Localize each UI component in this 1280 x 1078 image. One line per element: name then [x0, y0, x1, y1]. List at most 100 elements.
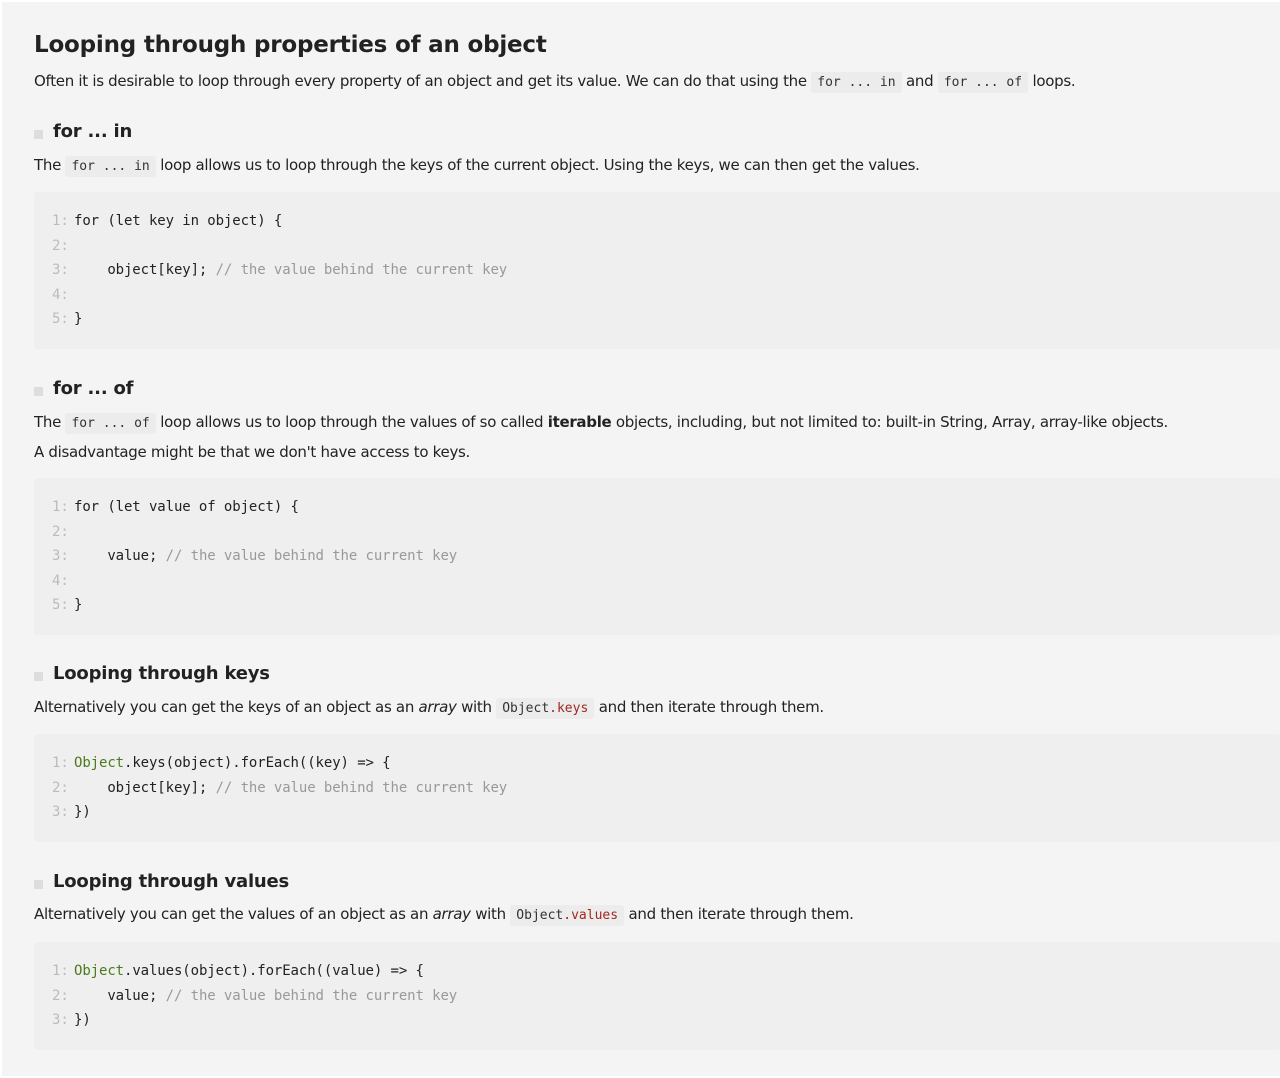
bullet-icon	[34, 671, 43, 681]
code-token: Object	[74, 963, 124, 979]
code-block: 1: Object.keys(object).forEach((key) => {…	[34, 734, 1280, 842]
section-heading: for ... in	[34, 121, 1280, 142]
code-token: })	[74, 804, 91, 821]
article: Looping through properties of an object …	[2, 2, 1280, 1076]
code-comment: // the value behind the current key	[165, 987, 458, 1004]
line-number: 2:	[52, 987, 69, 1004]
code-line: 2: value; // the value behind the curren…	[52, 984, 1280, 1009]
italic-text: array	[418, 698, 457, 716]
code-line: 4:	[52, 283, 1280, 308]
line-number: 5:	[52, 311, 69, 328]
code-line: 5:}	[52, 593, 1280, 618]
line-number: 3:	[52, 1012, 69, 1029]
text: Often it is desirable to loop through ev…	[34, 72, 812, 90]
code-line: 2:	[52, 234, 1280, 259]
page-title: Looping through properties of an object	[34, 32, 547, 58]
code-token: for (let key in object) {	[74, 213, 283, 229]
line-number: 1:	[52, 963, 69, 979]
text: loop allows us to loop through the keys …	[155, 156, 920, 174]
code-token: object[key];	[74, 262, 216, 279]
code-line: 3: object[key]; // the value behind the …	[52, 258, 1280, 283]
code-token: object[key];	[74, 779, 216, 796]
bullet-icon	[34, 386, 43, 396]
code-comment: // the value behind the current key	[215, 779, 508, 796]
text: and	[901, 72, 938, 90]
section-paragraph: Alternatively you can get the values of …	[34, 900, 1280, 930]
section-paragraph: The for ... in loop allows us to loop th…	[34, 151, 1280, 181]
inline-code: for ... in	[65, 156, 156, 177]
inline-code: Object.keys	[496, 698, 595, 719]
code-block: 1: for (let key in object) { 2: 3: object[k…	[34, 192, 1280, 349]
text: and then iterate through them.	[624, 905, 854, 923]
code-line: 4:	[52, 569, 1280, 594]
line-number: 4:	[52, 286, 69, 303]
line-number: 1:	[52, 213, 69, 229]
code-token: }	[74, 597, 83, 614]
code-token: })	[74, 1012, 91, 1029]
code-comment: // the value behind the current key	[165, 548, 458, 565]
code-line: 2: object[key]; // the value behind the …	[52, 776, 1280, 801]
inline-code: for ... in	[811, 72, 902, 93]
code-object: Object	[502, 701, 550, 716]
line-number: 3:	[52, 548, 69, 565]
code-line: 5:}	[52, 307, 1280, 332]
code-object: Object	[516, 908, 564, 923]
code-line: 3: value; // the value behind the curren…	[52, 544, 1280, 569]
code-block: 1: for (let value of object) { 2: 3: value;…	[34, 478, 1280, 635]
code-line: 2:	[52, 520, 1280, 545]
bullet-icon	[34, 129, 43, 139]
code-block: 1: Object.values(object).forEach((value) …	[34, 942, 1280, 1050]
text: The	[34, 156, 66, 174]
line-number: 3:	[52, 262, 69, 279]
section-heading: Looping through keys	[34, 663, 1280, 684]
code-line: 3:})	[52, 1008, 1280, 1033]
section-paragraph: The for ... of loop allows us to loop th…	[34, 408, 1280, 466]
text: with	[470, 905, 511, 923]
code-property: .keys	[549, 701, 589, 716]
section-heading: Looping through values	[34, 871, 1280, 892]
code-token: value;	[74, 548, 166, 565]
line-number: 2:	[52, 237, 69, 254]
inline-code: Object.values	[510, 905, 625, 926]
text: Alternatively you can get the values of …	[34, 905, 433, 923]
text: and then iterate through them.	[594, 698, 824, 716]
text: The	[34, 413, 66, 431]
code-token: .values(object).forEach((value) => {	[123, 963, 424, 979]
code-line: 1: for (let value of object) {	[52, 495, 1280, 520]
line-number: 2:	[52, 779, 69, 796]
code-property: .values	[563, 908, 619, 923]
line-number: 1:	[52, 499, 69, 515]
line-number: 5:	[52, 597, 69, 614]
heading-text: Looping through values	[53, 871, 290, 892]
heading-text: for ... in	[53, 121, 133, 142]
code-token: value;	[74, 987, 166, 1004]
code-comment: // the value behind the current key	[215, 262, 508, 279]
line-number: 4:	[52, 572, 69, 589]
bold-text: iterable	[547, 413, 612, 431]
section-paragraph: Alternatively you can get the keys of an…	[34, 693, 1280, 723]
code-token: for (let value of object) {	[74, 499, 299, 515]
line-number: 3:	[52, 804, 69, 821]
italic-text: array	[432, 905, 471, 923]
code-line: 3:})	[52, 800, 1280, 825]
code-token: .keys(object).forEach((key) => {	[123, 755, 391, 771]
inline-code: for ... of	[65, 413, 156, 434]
bullet-icon	[34, 879, 43, 889]
code-line: 1: Object.keys(object).forEach((key) => {	[52, 751, 1280, 776]
text: with	[456, 698, 497, 716]
line-number: 2:	[52, 523, 69, 540]
inline-code: for ... of	[937, 72, 1029, 93]
text: objects, including, but not limited to: …	[611, 413, 1168, 431]
text: Alternatively you can get the keys of an…	[34, 698, 419, 716]
text: loop allows us to loop through the value…	[155, 413, 548, 431]
heading-text: Looping through keys	[53, 663, 270, 684]
text: loops.	[1028, 72, 1076, 90]
code-token: }	[74, 311, 83, 328]
code-line: 1: Object.values(object).forEach((value) …	[52, 959, 1280, 984]
intro-paragraph: Often it is desirable to loop through ev…	[34, 67, 1280, 97]
section-heading: for ... of	[34, 378, 1280, 399]
code-token: Object	[74, 755, 124, 771]
line-number: 1:	[52, 755, 69, 771]
code-line: 1: for (let key in object) {	[52, 209, 1280, 234]
heading-text: for ... of	[53, 378, 134, 399]
